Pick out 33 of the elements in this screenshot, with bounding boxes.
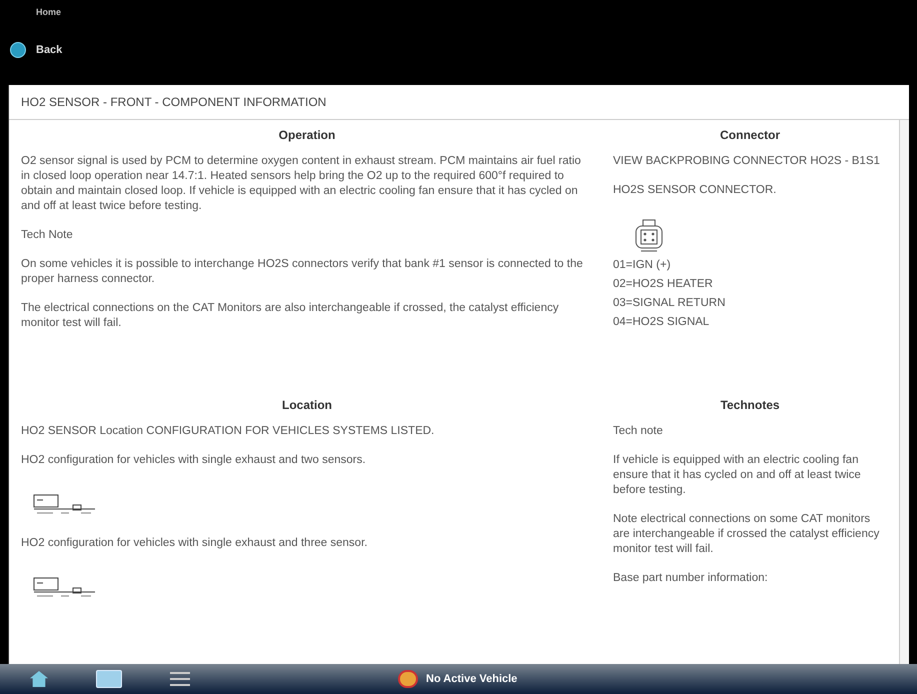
pin-label: 02=HO2S HEATER [613, 277, 714, 292]
home-label: Home [36, 6, 62, 19]
exhaust-diagram-drawing [33, 494, 97, 516]
paragraph-text: Base part number information: [613, 571, 769, 586]
paragraph-text: The electrical connections on the CAT Monitors are also interchangeable if crossed, the catalyst efficiency monitor test will fail. [21, 301, 560, 331]
paragraph-text: HO2 configuration for vehicles with single exhaust and two sensors. [21, 453, 367, 468]
paragraph-text: Tech Note [21, 228, 74, 243]
pin-label: 03=SIGNAL RETURN [613, 296, 726, 311]
paragraph-text: Tech note [613, 424, 664, 439]
home-icon[interactable] [30, 671, 48, 687]
list-icon[interactable] [170, 670, 190, 688]
section-heading: Location [281, 397, 333, 414]
paragraph-text: Note electrical connections on some CAT monitors are interchangeable if crossed the catalyst efficiency monitor test will fail. [613, 512, 880, 557]
paragraph-text: O2 sensor signal is used by PCM to determine oxygen content in exhaust stream. PCM maintains air fuel ratio in closed loop operation near 14.7:1. Heated sensors help bring the O2 up to the required 600°f required to obtain and maintain closed loop. If vehicle is equipped with an electric cooling fan ensure that it has cycled on and off at least twice before testing. [21, 154, 582, 214]
section-heading: Technotes [719, 397, 781, 414]
scrollbar[interactable] [899, 120, 909, 664]
pin-label: 04=HO2S SIGNAL [613, 315, 710, 330]
vehicle-icon[interactable] [398, 670, 418, 688]
pin-label: 01=IGN (+) [613, 258, 672, 273]
paragraph-text: If vehicle is equipped with an electric cooling fan ensure that it has cycled on and off at least twice before testing. [613, 453, 862, 498]
section-heading: Operation [278, 127, 336, 144]
paragraph-text: HO2 SENSOR Location CONFIGURATION FOR VEHICLES SYSTEMS LISTED. [21, 424, 436, 439]
vehicle-status-text: No Active Vehicle [426, 672, 518, 687]
paragraph-text: On some vehicles it is possible to interchange HO2S connectors verify that bank #1 sensor is connected to the proper harness connector. [21, 257, 584, 287]
exhaust-diagram-drawing [33, 577, 97, 599]
section-heading: Connector [719, 127, 781, 144]
paragraph-text: HO2 configuration for vehicles with single exhaust and three sensor. [21, 536, 368, 551]
paragraph-text: VIEW BACKPROBING CONNECTOR HO2S - B1S1 [613, 154, 881, 169]
connector-icon [633, 218, 665, 254]
page-title: HO2 SENSOR - FRONT - COMPONENT INFORMATION [9, 85, 909, 120]
paragraph-text: HO2S SENSOR CONNECTOR. [613, 183, 778, 198]
back-button[interactable]: Back [36, 42, 62, 58]
back-icon [10, 42, 26, 58]
